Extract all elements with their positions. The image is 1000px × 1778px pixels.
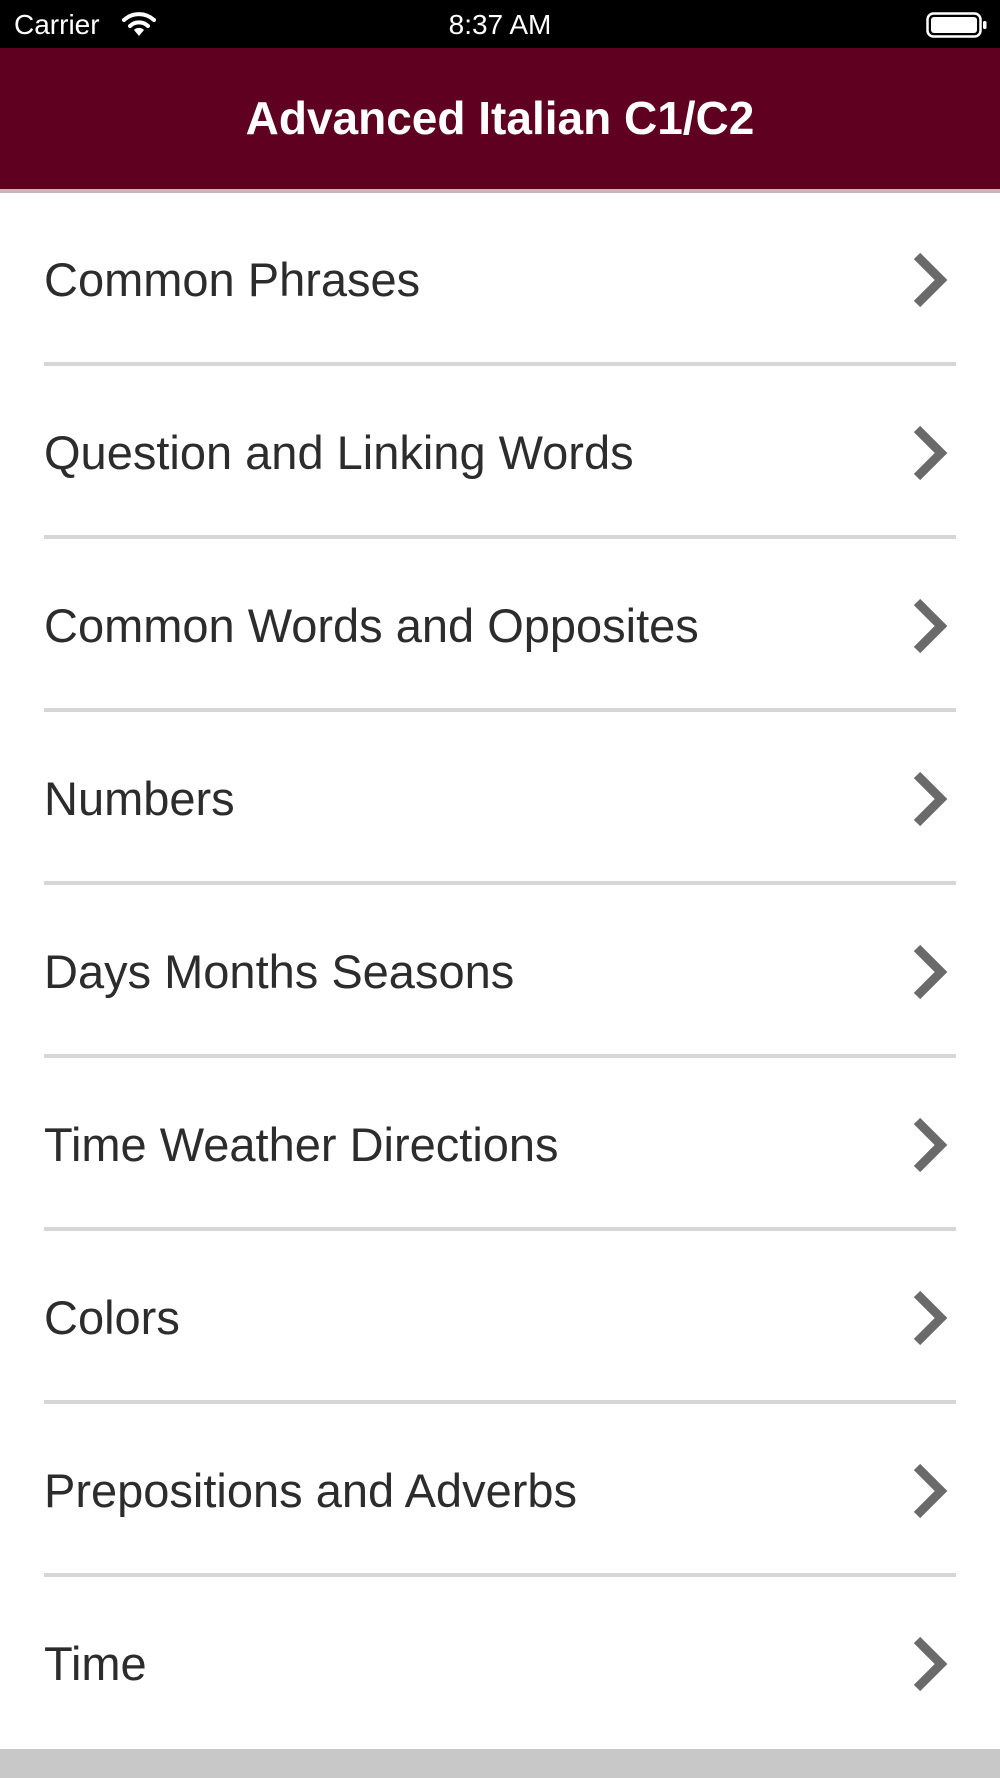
list-item-label: Common Words and Opposites — [44, 599, 699, 652]
chevron-right-icon — [913, 1636, 948, 1692]
list-item-colors[interactable]: Colors — [0, 1231, 1000, 1404]
chevron-right-icon — [913, 944, 948, 1000]
chevron-right-icon — [913, 1463, 948, 1519]
chevron-right-icon — [913, 1117, 948, 1173]
battery-icon — [926, 12, 987, 38]
list-item-label: Prepositions and Adverbs — [44, 1464, 577, 1517]
list-item-label: Time Weather Directions — [44, 1118, 559, 1171]
list-item-prepositions-and-adverbs[interactable]: Prepositions and Adverbs — [0, 1404, 1000, 1577]
chevron-right-icon — [913, 1290, 948, 1346]
list-item-common-words-and-opposites[interactable]: Common Words and Opposites — [0, 539, 1000, 712]
bottom-bar — [0, 1749, 1000, 1778]
list-item-label: Common Phrases — [44, 253, 421, 306]
nav-bar: Advanced Italian C1/C2 — [0, 48, 1000, 193]
list-item-time[interactable]: Time — [0, 1577, 1000, 1750]
list-item-label: Question and Linking Words — [44, 426, 634, 479]
list-item-label: Numbers — [44, 772, 235, 825]
list-item-label: Days Months Seasons — [44, 945, 515, 998]
list-item-question-and-linking-words[interactable]: Question and Linking Words — [0, 366, 1000, 539]
status-time: 8:37 AM — [448, 9, 552, 40]
chevron-right-icon — [913, 771, 948, 827]
list-item-time-weather-directions[interactable]: Time Weather Directions — [0, 1058, 1000, 1231]
list-item-label: Time — [44, 1637, 147, 1690]
chevron-right-icon — [913, 598, 948, 654]
status-bar: Carrier 8:37 AM — [0, 0, 1000, 48]
page-title: Advanced Italian C1/C2 — [245, 92, 755, 144]
list-item-common-phrases[interactable]: Common Phrases — [0, 193, 1000, 366]
list-item-days-months-seasons[interactable]: Days Months Seasons — [0, 885, 1000, 1058]
topic-list: Common Phrases Question and Linking Word… — [0, 193, 1000, 1750]
chevron-right-icon — [913, 252, 948, 308]
list-item-label: Colors — [44, 1291, 180, 1344]
chevron-right-icon — [913, 425, 948, 481]
list-item-numbers[interactable]: Numbers — [0, 712, 1000, 885]
